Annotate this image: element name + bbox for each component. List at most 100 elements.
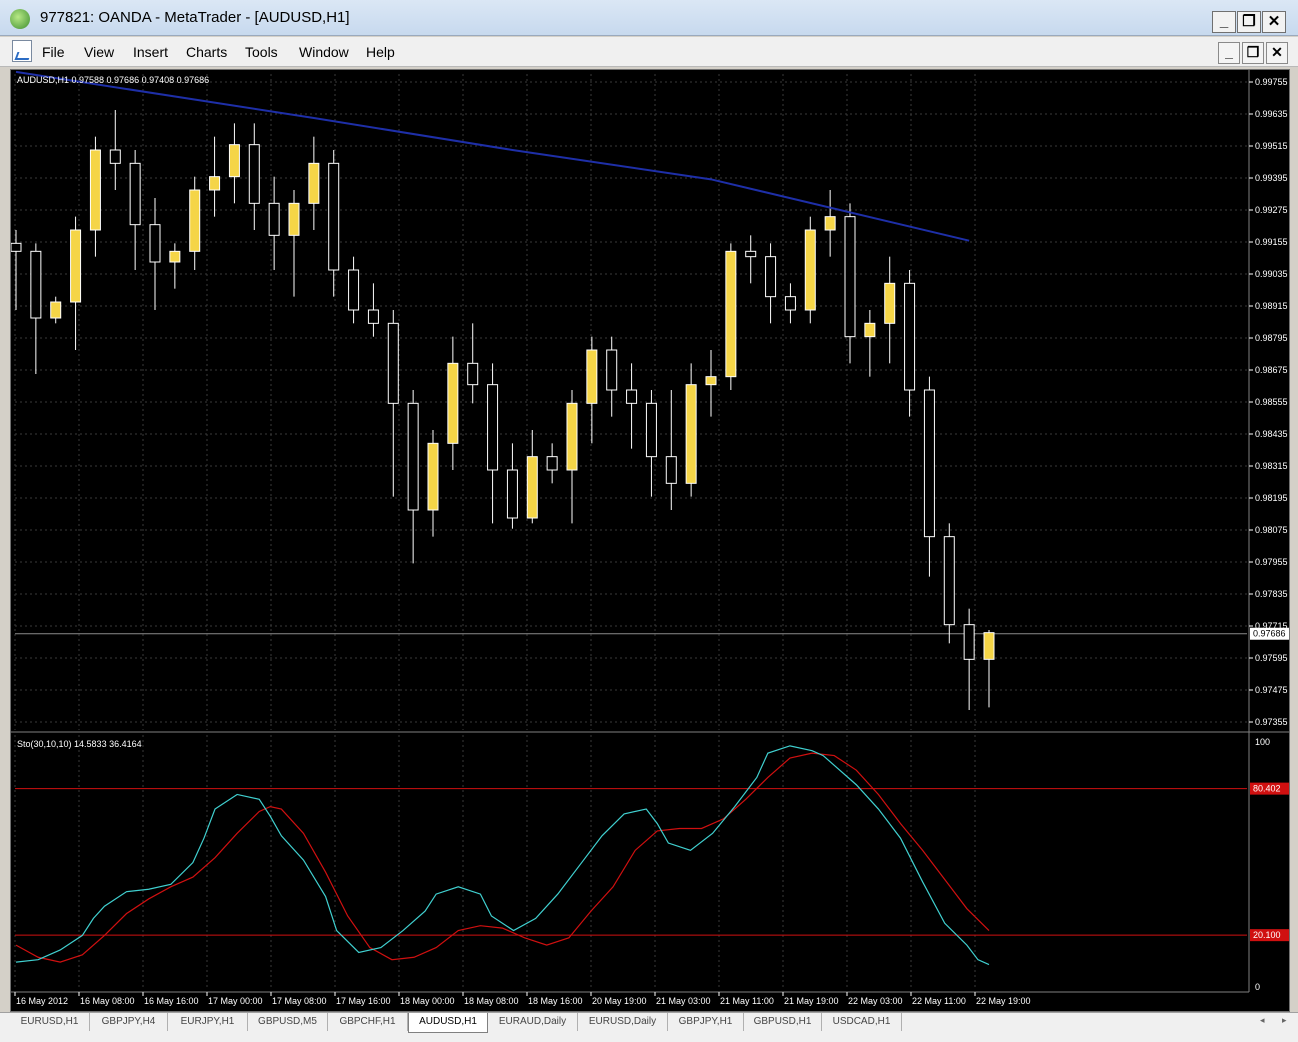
time-tick-label: 16 May 2012 [16,996,68,1006]
candle-body [367,309,379,324]
time-tick-label: 21 May 03:00 [656,996,711,1006]
symbol-tab[interactable]: EURAUD,Daily [488,1013,578,1031]
close-button[interactable]: ✕ [1262,11,1286,33]
time-tick-label: 21 May 11:00 [720,996,774,1006]
symbol-tab[interactable]: EURUSD,Daily [578,1013,668,1031]
menu-file[interactable]: File [42,44,65,60]
chart-close-button[interactable]: ✕ [1266,42,1288,64]
price-tick-label: 0.97355 [1255,717,1288,727]
candle-body [228,144,240,178]
chart-window[interactable]: 0.99755 0.99635 0.99515 0.99395 0.99275 0.991… [10,69,1290,1012]
metatrader-app-icon [10,9,30,29]
time-tick-label: 22 May 19:00 [976,996,1031,1006]
symbol-tab[interactable]: EURUSD,H1 [10,1013,90,1031]
candle-body [745,250,757,258]
candle-body [288,202,300,236]
candle-body [586,349,598,404]
current-price-label: 0.97686 [1253,629,1286,639]
candle-body [963,624,975,660]
chart-restore-button[interactable]: ❐ [1242,42,1264,64]
price-chart[interactable]: 0.99755 0.99635 0.99515 0.99395 0.99275 0.991… [11,70,1289,1011]
candle-body [89,149,101,231]
time-tick-label: 17 May 16:00 [336,996,391,1006]
stochastic-scale-bottom: 0 [1255,982,1260,992]
chart-minimize-button[interactable]: _ [1218,42,1240,64]
candle-body [30,250,42,319]
candle-body [705,376,717,386]
tab-scroll-right-icon[interactable]: ▸ [1282,1015,1287,1026]
symbol-tab[interactable]: GBPCHF,H1 [328,1013,408,1031]
time-tick-label: 22 May 03:00 [848,996,903,1006]
candle-body [943,536,955,626]
candle-body [328,162,340,271]
price-tick-label: 0.98195 [1255,493,1288,503]
candle-body [765,256,777,298]
candle-body [169,250,181,263]
candle-body [11,242,22,252]
symbol-tabs-bar: ◂ ▸ EURUSD,H1 GBPJPY,H4 EURJPY,H1 GBPUSD,M5… [0,1012,1298,1042]
time-tick-label: 20 May 19:00 [592,996,647,1006]
price-tick-label: 0.99755 [1255,77,1288,87]
candle-body [70,229,82,303]
price-tick-label: 0.98555 [1255,397,1288,407]
candle-body [526,456,538,519]
candle-body [506,469,518,519]
candle-body [308,162,320,204]
candle-body [725,250,737,378]
candle-body [447,362,459,444]
price-tick-label: 0.99155 [1255,237,1288,247]
candle-body [606,349,618,391]
symbol-tab[interactable]: GBPUSD,M5 [248,1013,328,1031]
time-tick-label: 17 May 00:00 [208,996,263,1006]
restore-button[interactable]: ❐ [1237,11,1261,33]
price-tick-label: 0.99515 [1255,141,1288,151]
candle-body [864,322,876,338]
time-tick-label: 18 May 16:00 [528,996,583,1006]
price-tick-label: 0.97475 [1255,685,1288,695]
symbol-tab[interactable]: GBPJPY,H4 [90,1013,168,1031]
price-tick-label: 0.98435 [1255,429,1288,439]
price-tick-label: 0.98915 [1255,301,1288,311]
tab-scroll-left-icon[interactable]: ◂ [1260,1015,1265,1026]
candle-body [685,384,697,484]
candle-body [546,456,558,471]
candle-body [904,282,916,391]
window-title: 977821: OANDA - MetaTrader - [AUDUSD,H1] [40,9,350,26]
menu-insert[interactable]: Insert [133,44,168,60]
candle-body [824,216,836,231]
menu-tools[interactable]: Tools [245,44,278,60]
chart-document-icon[interactable] [12,40,32,62]
price-tick-label: 0.99395 [1255,173,1288,183]
candle-body [784,296,796,311]
menu-window[interactable]: Window [299,44,349,60]
candle-body [923,389,935,538]
minimize-button[interactable]: _ [1212,11,1236,33]
stochastic-label: Sto(30,10,10) 14.5833 36.4164 [17,739,142,749]
menu-view[interactable]: View [84,44,114,60]
price-tick-label: 0.99035 [1255,269,1288,279]
stochastic-level-label: 20.100 [1253,930,1281,940]
symbol-tab[interactable]: GBPJPY,H1 [668,1013,744,1031]
candle-body [427,442,439,511]
candle-body [566,402,578,471]
candle-body [407,402,419,511]
stochastic-scale-top: 100 [1255,737,1270,747]
time-tick-label: 16 May 08:00 [80,996,135,1006]
candle-body [983,632,995,660]
price-tick-label: 0.97835 [1255,589,1288,599]
title-bar: 977821: OANDA - MetaTrader - [AUDUSD,H1]… [0,0,1298,36]
symbol-tab[interactable]: GBPUSD,H1 [744,1013,822,1031]
menu-help[interactable]: Help [366,44,395,60]
candle-body [109,149,121,164]
time-tick-label: 16 May 16:00 [144,996,199,1006]
candle-body [268,202,280,236]
menu-bar: File View Insert Charts Tools Window Hel… [0,37,1298,67]
symbol-tab[interactable]: AUDUSD,H1 [408,1013,488,1033]
menu-charts[interactable]: Charts [186,44,227,60]
candle-body [645,402,657,458]
symbol-tab[interactable]: USDCAD,H1 [822,1013,902,1031]
candle-body [804,229,816,311]
symbol-tab[interactable]: EURJPY,H1 [168,1013,248,1031]
chart-info-label: AUDUSD,H1 0.97588 0.97686 0.97408 0.9768… [17,75,209,85]
price-tick-label: 0.99635 [1255,109,1288,119]
